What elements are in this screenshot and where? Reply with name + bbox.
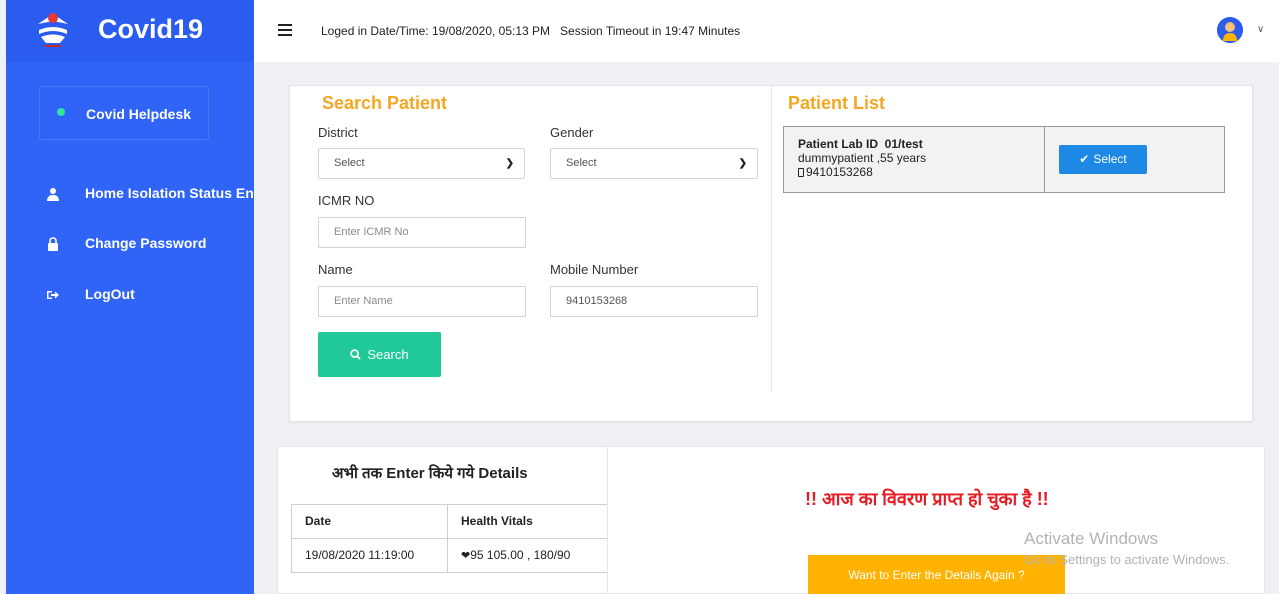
icmr-input[interactable]: Enter ICMR No (318, 217, 526, 248)
phone-icon (798, 168, 804, 177)
activate-windows-title: Activate Windows (1024, 529, 1159, 548)
table-header-row: Date Health Vitals (291, 504, 608, 539)
icmr-label: ICMR NO (318, 193, 375, 208)
mobile-input[interactable]: 9410153268 (550, 286, 758, 317)
column-header-vitals: Health Vitals (461, 514, 533, 528)
sidebar: Covid19 Covid Helpdesk Home Isolation St… (6, 0, 254, 594)
chevron-down-icon: ❯ (505, 158, 514, 169)
chevron-down-icon: ❯ (738, 158, 747, 169)
patient-list-title: Patient List (788, 93, 886, 113)
name-placeholder: Enter Name (334, 295, 393, 307)
mobile-label: Mobile Number (550, 262, 639, 277)
patient-name-age: dummypatient ,55 years (798, 151, 927, 165)
details-title: अभी तक Enter किये गये Details (332, 465, 528, 482)
mobile-value: 9410153268 (566, 295, 628, 307)
logo-icon (38, 13, 68, 47)
patient-mobile: 9410153268 (806, 165, 873, 179)
check-icon: ✔ (1079, 152, 1090, 166)
user-icon (47, 188, 59, 201)
row-vitals-cell: ❤95 105.00 , 180/90 (448, 539, 609, 572)
row-vitals: 95 105.00 , 180/90 (470, 548, 571, 562)
district-select[interactable]: Select ❯ (318, 148, 525, 179)
search-panel: Search Patient District Select ❯ Gender … (289, 85, 1253, 422)
brand[interactable]: Covid19 (6, 0, 254, 62)
gender-select[interactable]: Select ❯ (550, 148, 758, 179)
user-avatar-icon (1217, 17, 1243, 43)
helpdesk-badge[interactable]: Covid Helpdesk (39, 86, 209, 140)
search-button-label: Search (367, 347, 409, 362)
row-date: 19/08/2020 11:19:00 (292, 539, 448, 572)
name-input[interactable]: Enter Name (318, 286, 526, 317)
search-button[interactable]: Search (318, 332, 441, 377)
helpdesk-label: Covid Helpdesk (86, 106, 192, 122)
table-row: 19/08/2020 11:19:00 ❤95 105.00 , 180/90 (291, 538, 608, 573)
sign-out-icon (47, 291, 59, 299)
lock-icon (48, 237, 58, 251)
name-label: Name (318, 262, 353, 277)
patient-info-cell: Patient Lab ID 01/test dummypatient ,55 … (784, 127, 1045, 192)
chevron-down-icon[interactable]: ∨ (1257, 24, 1264, 35)
patient-list-row: Patient Lab ID 01/test dummypatient ,55 … (783, 126, 1225, 193)
received-message: !! आज का विवरण प्राप्त हो चुका है !! (805, 489, 1049, 509)
district-value: Select (334, 157, 365, 169)
top-header: Loged in Date/Time: 19/08/2020, 05:13 PM… (254, 0, 1279, 62)
sidebar-item-label: Home Isolation Status Entry (85, 185, 254, 201)
district-label: District (318, 125, 358, 140)
select-button-label: Select (1093, 152, 1127, 166)
search-icon (350, 349, 362, 360)
activate-windows-subtitle: Go to Settings to activate Windows. (1024, 552, 1230, 567)
search-title: Search Patient (322, 93, 448, 113)
select-patient-button[interactable]: ✔ Select (1059, 145, 1147, 174)
heartbeat-icon: ❤ (461, 550, 471, 562)
patient-mobile-row: 9410153268 (798, 165, 873, 179)
sidebar-item-label: Change Password (85, 235, 207, 251)
gender-label: Gender (550, 125, 594, 140)
icmr-placeholder: Enter ICMR No (334, 226, 409, 238)
app-name: Covid19 (98, 14, 204, 44)
details-divider (607, 447, 608, 594)
menu-toggle-icon[interactable] (278, 24, 292, 36)
avatar[interactable] (1217, 17, 1243, 43)
column-header-date: Date (292, 505, 448, 538)
status-dot-icon (57, 108, 65, 116)
patient-lab-id: Patient Lab ID 01/test (798, 137, 923, 151)
panel-divider (771, 86, 772, 391)
sidebar-item-label: LogOut (85, 286, 135, 302)
gender-value: Select (566, 157, 597, 169)
login-info: Loged in Date/Time: 19/08/2020, 05:13 PM… (321, 24, 741, 38)
details-section: अभी तक Enter किये गये Details Date Healt… (277, 446, 1265, 594)
